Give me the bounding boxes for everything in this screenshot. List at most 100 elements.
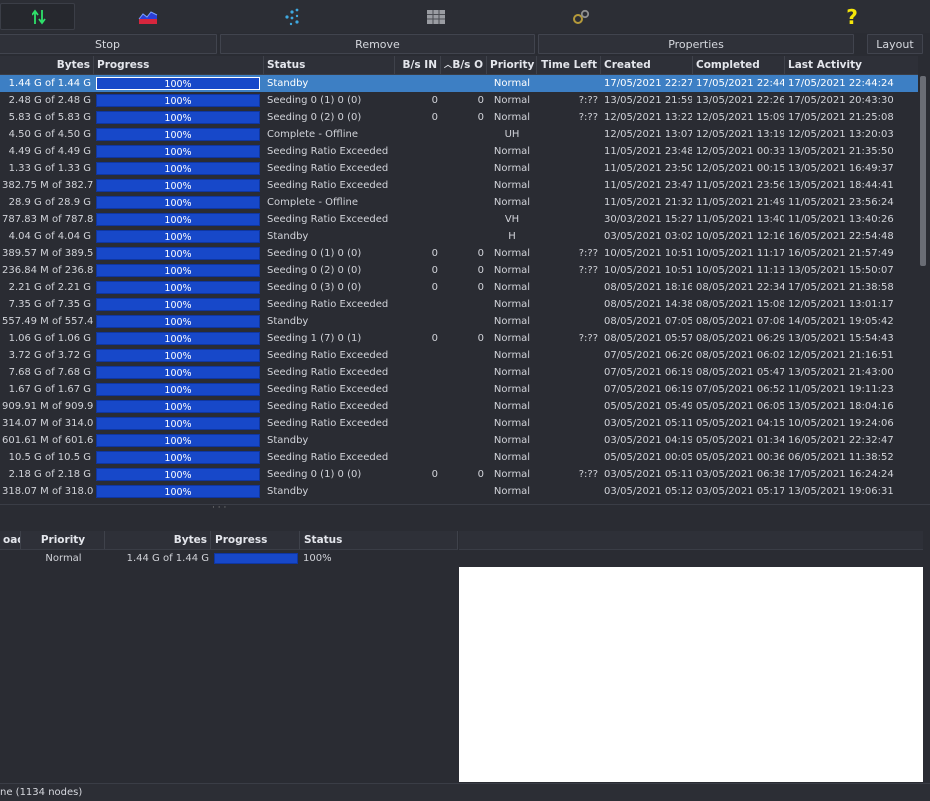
files-column-status[interactable]: Status <box>301 531 458 549</box>
column-bs-in[interactable]: B/s IN <box>395 56 441 74</box>
row-bs-in <box>396 75 440 92</box>
row-status: Seeding Ratio Exceeded <box>267 180 389 191</box>
row-status: Standby <box>267 435 309 446</box>
row-last-activity: 13/05/2021 18:44:41 <box>788 180 894 191</box>
table-row[interactable]: 2.18 G of 2.18 G Seeding 0 (1) 0 (0) 0 0 Nor… <box>0 466 918 483</box>
table-row[interactable]: 1.06 G of 1.06 G Seeding 1 (7) 0 (1) 0 0 Nor… <box>0 330 918 347</box>
table-row[interactable]: 318.07 M of 318.07 M Standby Normal 03/05/2… <box>0 483 918 500</box>
table-row[interactable]: 1.67 G of 1.67 G Seeding Ratio Exceeded No… <box>0 381 918 398</box>
table-row[interactable]: 4.49 G of 4.49 G Seeding Ratio Exceeded No… <box>0 143 918 160</box>
bandwidth-graph-icon[interactable] <box>135 3 161 30</box>
table-row[interactable]: 601.61 M of 601.61 M Standby Normal 03/05/2… <box>0 432 918 449</box>
table-row[interactable]: 28.9 G of 28.9 G Complete - Offline Normal… <box>0 194 918 211</box>
column-progress[interactable]: Progress <box>94 56 264 74</box>
column-last-activity[interactable]: Last Activity <box>785 56 918 74</box>
up-down-arrows-icon[interactable] <box>0 3 75 30</box>
main-scrollbar[interactable] <box>919 56 928 504</box>
row-completed: 10/05/2021 11:17:27 <box>696 248 784 259</box>
row-created: 07/05/2021 06:19:04 <box>604 367 692 378</box>
network-icon[interactable] <box>281 3 303 30</box>
row-bs-in <box>396 211 440 228</box>
row-bs-in: 0 <box>431 333 438 344</box>
row-time-left <box>538 279 600 296</box>
table-body: 1.44 G of 1.44 G Standby Normal 17/05/2021 … <box>0 75 918 500</box>
files-column-bytes[interactable]: Bytes <box>106 531 211 549</box>
table-row[interactable]: 10.5 G of 10.5 G Seeding Ratio Exceeded No… <box>0 449 918 466</box>
column-completed[interactable]: Completed <box>693 56 785 74</box>
row-bs-out <box>441 194 486 211</box>
table-row[interactable]: 382.75 M of 382.75 M Seeding Ratio Exceed… <box>0 177 918 194</box>
help-icon-glyph: ? <box>846 4 858 29</box>
properties-button[interactable]: Properties <box>538 34 854 54</box>
pane-splitter[interactable]: · · · <box>0 504 930 529</box>
row-last-activity: 11/05/2021 23:56:24 <box>788 197 894 208</box>
row-completed: 12/05/2021 13:19:38 <box>696 129 784 140</box>
column-bs-out[interactable]: ︿ B/s O <box>441 56 487 74</box>
row-last-activity: 13/05/2021 15:50:07 <box>788 265 894 276</box>
file-row[interactable]: Normal 1.44 G of 1.44 G 100% <box>0 550 458 567</box>
row-created: 11/05/2021 21:32:11 <box>604 197 692 208</box>
row-created: 10/05/2021 10:51:21 <box>604 265 692 276</box>
layout-button[interactable]: Layout <box>867 34 923 54</box>
row-priority: Normal <box>493 486 531 497</box>
table-row[interactable]: 7.35 G of 7.35 G Seeding Ratio Exceeded No… <box>0 296 918 313</box>
column-bytes[interactable]: Bytes <box>0 56 94 74</box>
scrollbar-thumb[interactable] <box>920 76 926 266</box>
row-last-activity: 13/05/2021 21:35:50 <box>788 146 894 157</box>
table-row[interactable]: 557.49 M of 557.49 M Standby Normal 08/05/2… <box>0 313 918 330</box>
row-bytes: 7.35 G of 7.35 G <box>8 299 91 310</box>
row-time-left <box>538 483 600 500</box>
row-priority: Normal <box>493 112 531 123</box>
table-row[interactable]: 5.83 G of 5.83 G Seeding 0 (2) 0 (0) 0 0 Nor… <box>0 109 918 126</box>
files-column-priority[interactable]: Priority <box>22 531 105 549</box>
table-row[interactable]: 4.50 G of 4.50 G Complete - Offline UH 12/0… <box>0 126 918 143</box>
table-row[interactable]: 1.44 G of 1.44 G Standby Normal 17/05/2021 … <box>0 75 918 92</box>
table-row[interactable]: 1.33 G of 1.33 G Seeding Ratio Exceeded No… <box>0 160 918 177</box>
row-time-left <box>538 126 600 143</box>
column-priority[interactable]: Priority <box>487 56 537 74</box>
table-row[interactable]: 787.83 M of 787.83 M Seeding Ratio Exceed… <box>0 211 918 228</box>
row-last-activity: 17/05/2021 22:44:24 <box>788 78 894 89</box>
file-status: 100% <box>303 553 332 564</box>
progress-bar: 100% <box>96 485 260 498</box>
row-last-activity: 10/05/2021 19:24:06 <box>788 418 894 429</box>
progress-bar: 100% <box>96 128 260 141</box>
stop-button[interactable]: Stop <box>0 34 217 54</box>
row-bytes: 909.91 M of 909.91 M <box>2 401 93 412</box>
table-row[interactable]: 4.04 G of 4.04 G Standby H 03/05/2021 03:02… <box>0 228 918 245</box>
splitter-grip-icon[interactable]: · · · <box>212 504 226 513</box>
column-created[interactable]: Created <box>601 56 693 74</box>
row-created: 07/05/2021 06:20:09 <box>604 350 692 361</box>
column-status[interactable]: Status <box>264 56 395 74</box>
remove-button[interactable]: Remove <box>220 34 535 54</box>
help-icon[interactable]: ? <box>841 3 863 30</box>
table-row[interactable]: 2.48 G of 2.48 G Seeding 0 (1) 0 (0) 0 0 Nor… <box>0 92 918 109</box>
files-column-download[interactable]: oad <box>0 531 21 549</box>
table-row[interactable]: 909.91 M of 909.91 M Seeding Ratio Exceed… <box>0 398 918 415</box>
file-progress-bar <box>212 550 300 567</box>
files-scrollbar[interactable] <box>923 550 930 782</box>
progress-bar: 100% <box>96 162 260 175</box>
progress-bar: 100% <box>96 417 260 430</box>
row-created: 08/05/2021 14:38:38 <box>604 299 692 310</box>
file-priority: Normal <box>45 553 82 564</box>
row-time-left <box>538 364 600 381</box>
row-progress: 100% <box>94 177 262 194</box>
row-status: Seeding 0 (1) 0 (0) <box>267 469 362 480</box>
table-row[interactable]: 3.72 G of 3.72 G Seeding Ratio Exceeded No… <box>0 347 918 364</box>
table-row[interactable]: 314.07 M of 314.07 M Seeding Ratio Exceed… <box>0 415 918 432</box>
row-priority: Normal <box>493 95 531 106</box>
table-row[interactable]: 389.57 M of 389.57 M Seeding 0 (1) 0 (0) 0… <box>0 245 918 262</box>
files-column-progress[interactable]: Progress <box>212 531 300 549</box>
row-last-activity: 12/05/2021 13:01:17 <box>788 299 894 310</box>
row-bs-in <box>396 126 440 143</box>
column-time-left[interactable]: Time Left <box>537 56 601 74</box>
row-last-activity: 06/05/2021 11:38:52 <box>788 452 894 463</box>
row-progress: 100% <box>94 381 262 398</box>
table-row[interactable]: 236.84 M of 236.84 M Seeding 0 (2) 0 (0) 0… <box>0 262 918 279</box>
table-row[interactable]: 2.21 G of 2.21 G Seeding 0 (3) 0 (0) 0 0 Nor… <box>0 279 918 296</box>
settings-icon[interactable] <box>570 3 592 30</box>
table-row[interactable]: 7.68 G of 7.68 G Seeding Ratio Exceeded No… <box>0 364 918 381</box>
row-completed: 12/05/2021 00:15:26 <box>696 163 784 174</box>
grid-icon[interactable] <box>425 3 447 30</box>
